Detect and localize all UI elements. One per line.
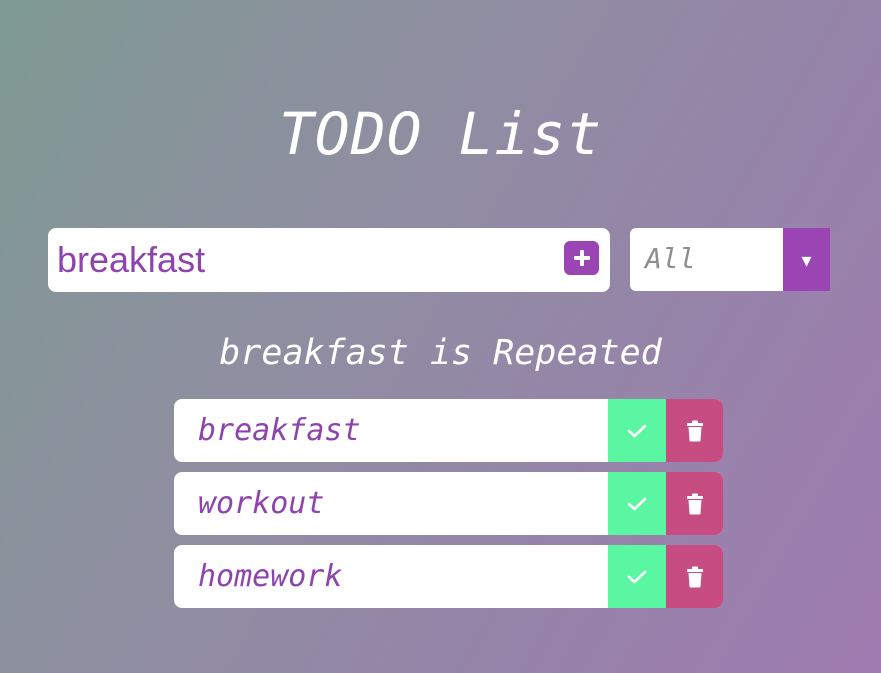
- todo-list: breakfast workout homework: [174, 399, 723, 618]
- delete-button[interactable]: [666, 399, 723, 462]
- todo-item: homework: [174, 545, 723, 608]
- delete-button[interactable]: [666, 545, 723, 608]
- todo-input[interactable]: [57, 236, 547, 284]
- todo-item-text: breakfast: [198, 413, 361, 448]
- check-icon: [627, 424, 647, 437]
- filter-selected-value: All: [645, 242, 696, 275]
- todo-item: workout: [174, 472, 723, 535]
- trash-icon: [686, 566, 703, 587]
- trash-icon: [686, 420, 703, 441]
- trash-icon: [686, 493, 703, 514]
- filter-dropdown-button[interactable]: ▾: [783, 228, 830, 291]
- page-title: TODO List: [278, 99, 603, 168]
- plus-icon: [573, 250, 590, 266]
- complete-button[interactable]: [608, 472, 666, 535]
- add-todo-button[interactable]: [564, 241, 599, 275]
- delete-button[interactable]: [666, 472, 723, 535]
- complete-button[interactable]: [608, 399, 666, 462]
- todo-input-container: [48, 228, 610, 292]
- todo-item: breakfast: [174, 399, 723, 462]
- chevron-down-icon: ▾: [801, 247, 812, 272]
- filter-select[interactable]: All ▾: [630, 228, 830, 291]
- check-icon: [627, 570, 647, 583]
- complete-button[interactable]: [608, 545, 666, 608]
- todo-item-text: homework: [198, 559, 343, 594]
- check-icon: [627, 497, 647, 510]
- status-message: breakfast is Repeated: [219, 333, 662, 373]
- todo-item-text: workout: [198, 486, 325, 521]
